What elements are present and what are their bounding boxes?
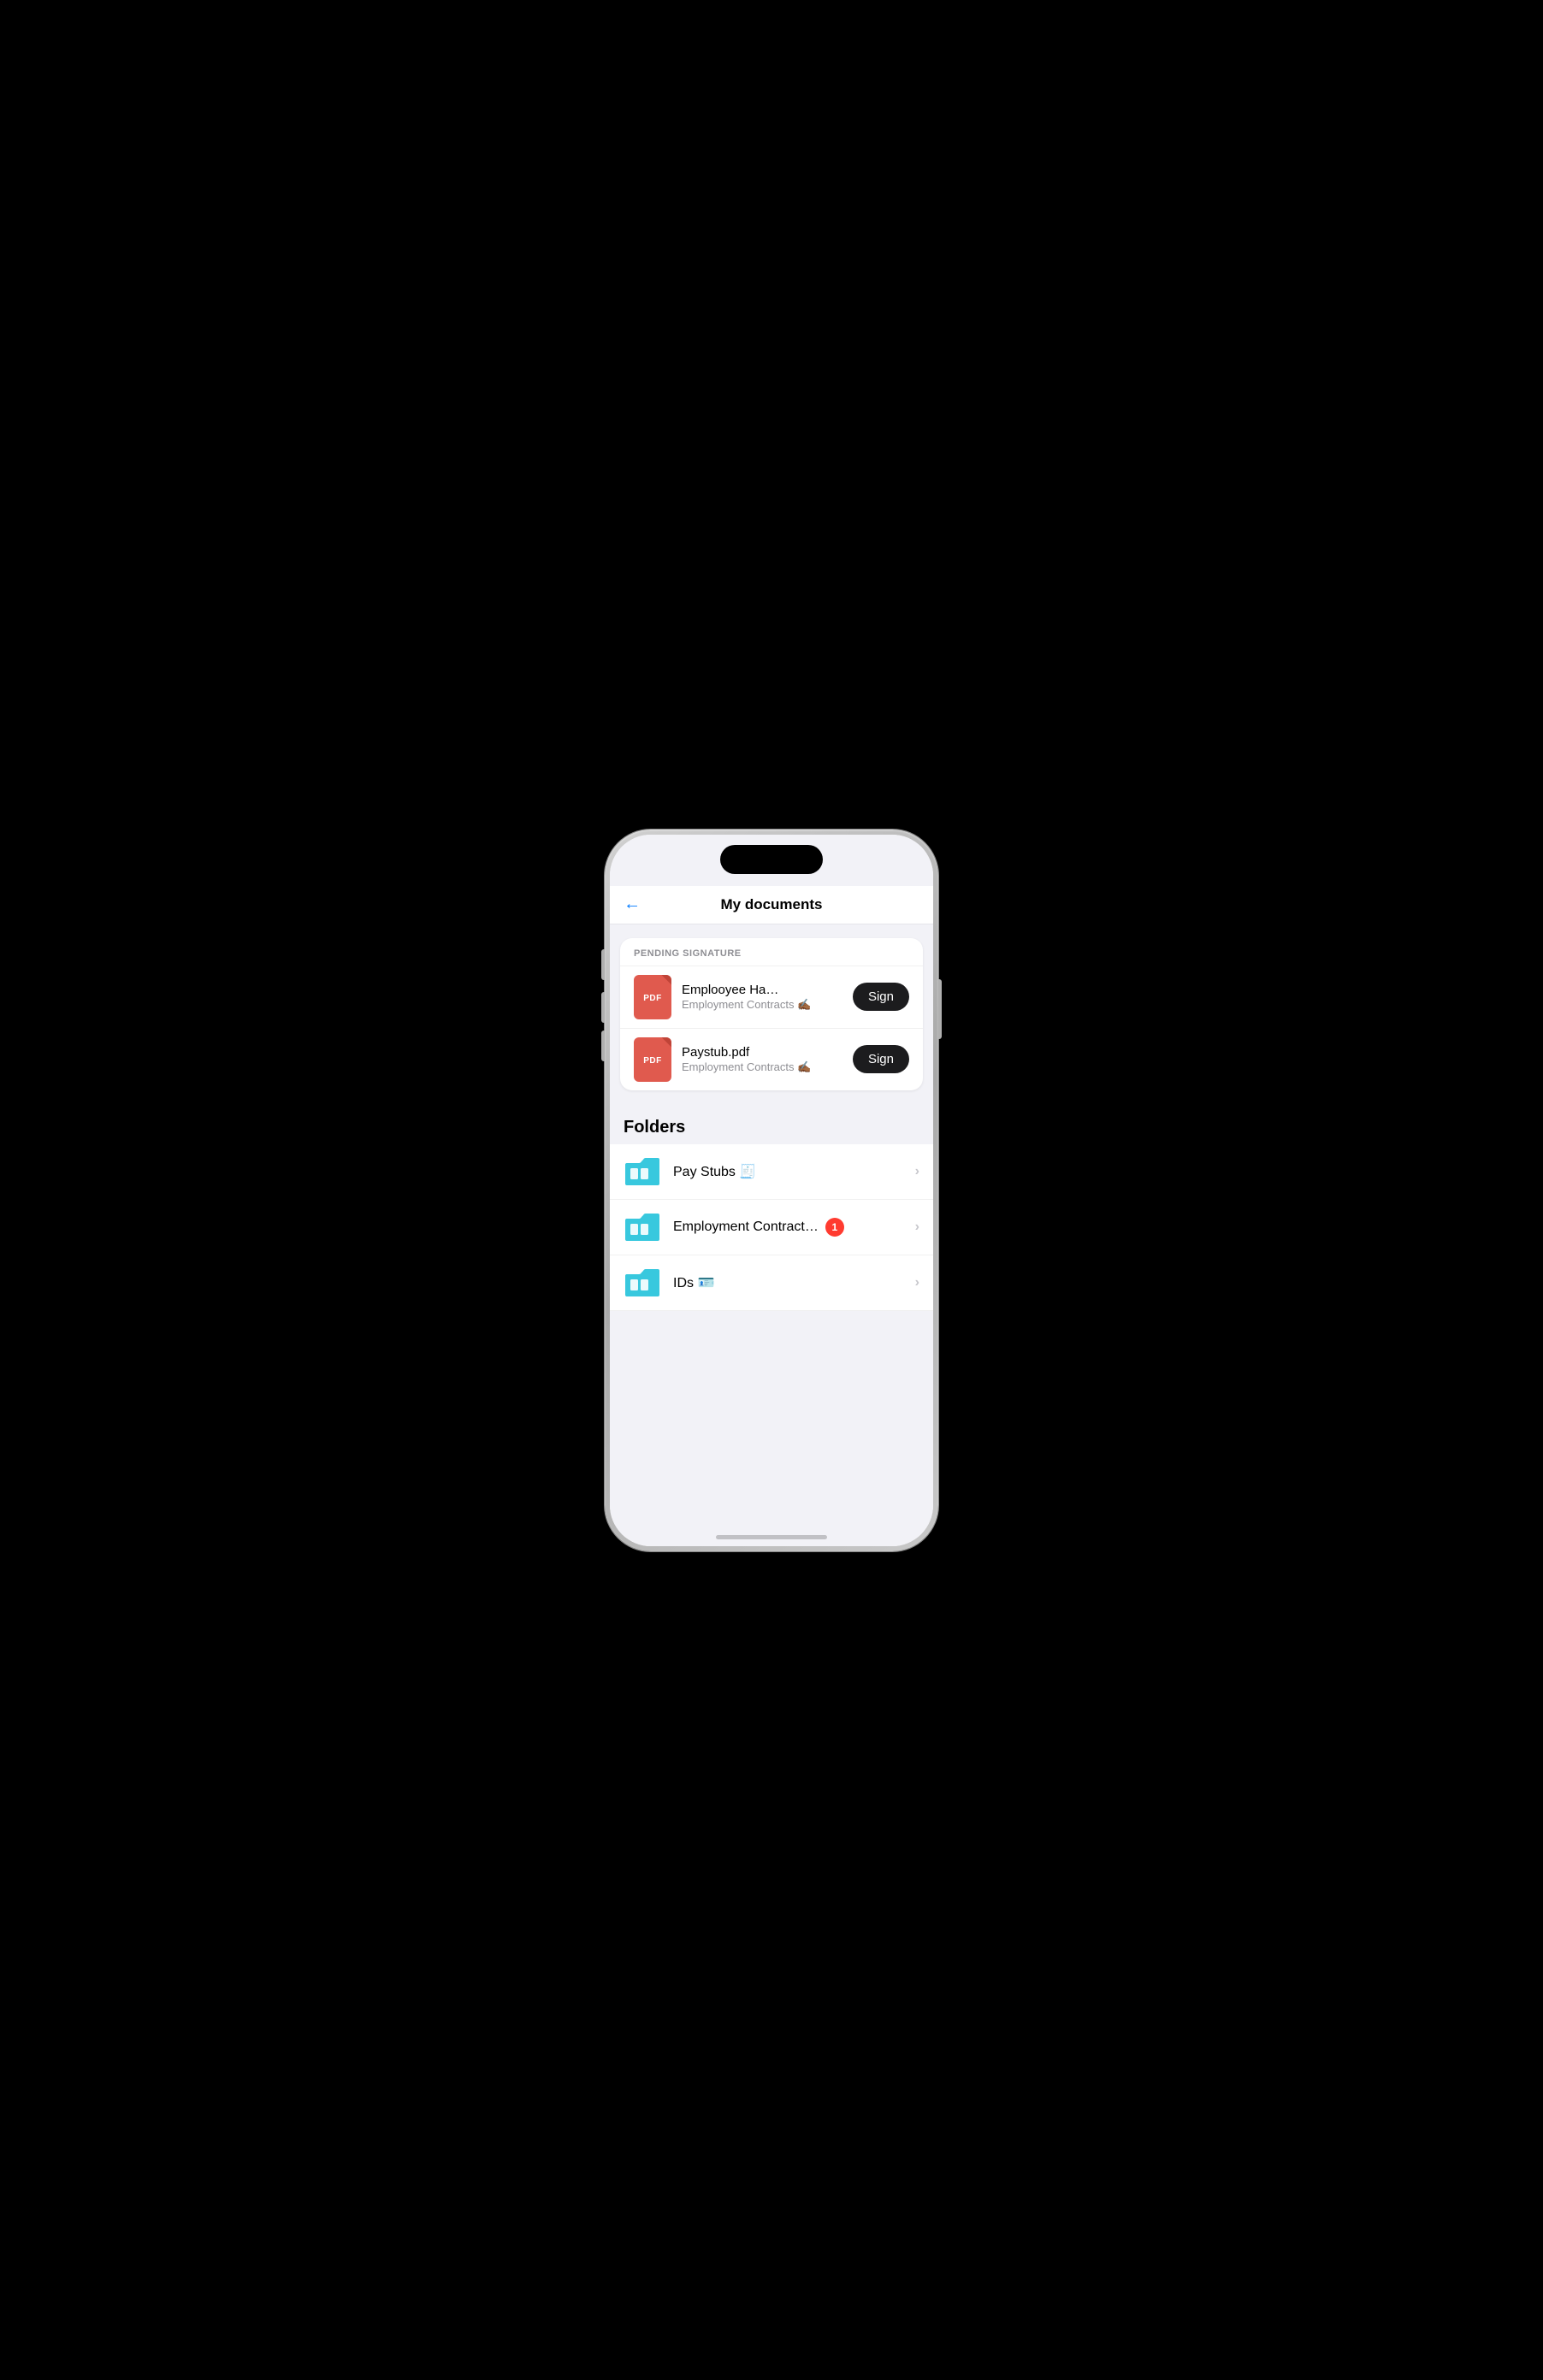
back-button[interactable]: ← bbox=[624, 895, 641, 914]
item-subtitle-2: Employment Contracts ✍🏾 bbox=[682, 1060, 842, 1074]
item-name-1: Emplooyee Ha… bbox=[682, 983, 842, 997]
folders-header: Folders bbox=[610, 1104, 933, 1144]
folder-icon-ids bbox=[624, 1267, 661, 1298]
chevron-pay-stubs: › bbox=[915, 1164, 919, 1179]
folders-list: Pay Stubs 🧾 › Employment Contract… bbox=[610, 1144, 933, 1311]
pending-item-2: PDF Paystub.pdf Employment Contracts ✍🏾 … bbox=[620, 1028, 923, 1090]
pending-item-1: PDF Emplooyee Ha… Employment Contracts ✍… bbox=[620, 966, 923, 1028]
pdf-label-1: PDF bbox=[643, 994, 662, 1003]
folder-name-employment: Employment Contract… bbox=[673, 1220, 819, 1235]
folder-label-employment: Employment Contract… 1 bbox=[673, 1218, 903, 1237]
home-indicator bbox=[716, 1535, 827, 1539]
dynamic-island bbox=[720, 845, 823, 874]
pending-signature-card: PENDING SIGNATURE PDF Emplooyee Ha… Empl… bbox=[620, 938, 923, 1090]
folder-icon-employment bbox=[624, 1212, 661, 1243]
folder-label-pay-stubs: Pay Stubs 🧾 bbox=[673, 1163, 903, 1180]
item-subtitle-1: Employment Contracts ✍🏾 bbox=[682, 998, 842, 1012]
pending-signature-header: PENDING SIGNATURE bbox=[620, 938, 923, 966]
folder-name-ids: IDs 🪪 bbox=[673, 1274, 714, 1291]
employment-badge: 1 bbox=[825, 1218, 844, 1237]
folder-item-employment[interactable]: Employment Contract… 1 › bbox=[610, 1200, 933, 1255]
folder-item-ids[interactable]: IDs 🪪 › bbox=[610, 1255, 933, 1311]
chevron-employment: › bbox=[915, 1220, 919, 1235]
item-name-2: Paystub.pdf bbox=[682, 1045, 842, 1060]
folder-item-pay-stubs[interactable]: Pay Stubs 🧾 › bbox=[610, 1144, 933, 1200]
pdf-icon-2: PDF bbox=[634, 1037, 671, 1082]
page-title: My documents bbox=[720, 896, 822, 913]
sign-button-1[interactable]: Sign bbox=[853, 983, 909, 1011]
item-info-1: Emplooyee Ha… Employment Contracts ✍🏾 bbox=[682, 983, 842, 1012]
chevron-ids: › bbox=[915, 1275, 919, 1290]
pdf-label-2: PDF bbox=[643, 1056, 662, 1066]
folder-label-ids: IDs 🪪 bbox=[673, 1274, 903, 1291]
sign-button-2[interactable]: Sign bbox=[853, 1045, 909, 1073]
pdf-icon-1: PDF bbox=[634, 975, 671, 1019]
item-info-2: Paystub.pdf Employment Contracts ✍🏾 bbox=[682, 1045, 842, 1074]
folder-icon-pay-stubs bbox=[624, 1156, 661, 1187]
folder-name-pay-stubs: Pay Stubs 🧾 bbox=[673, 1163, 756, 1180]
page-header: ← My documents bbox=[610, 886, 933, 924]
